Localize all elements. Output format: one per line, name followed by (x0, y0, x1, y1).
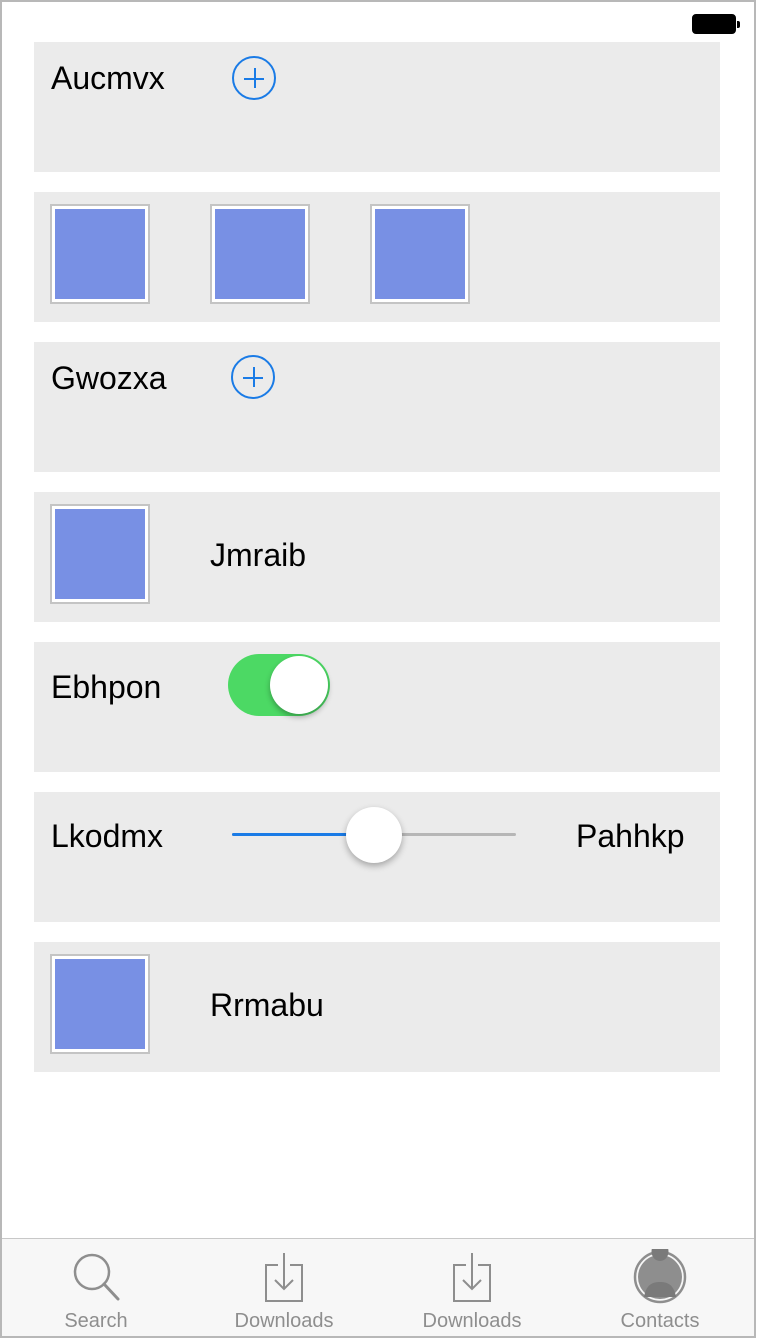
contact-icon (633, 1249, 687, 1304)
status-bar (2, 2, 754, 42)
image-placeholder (215, 209, 305, 299)
tab-downloads[interactable]: Downloads (190, 1239, 378, 1336)
tab-label: Downloads (234, 1310, 334, 1332)
tab-label: Contacts (620, 1310, 700, 1332)
thumbnail-image[interactable] (210, 204, 310, 304)
row-label: Aucmvx (51, 60, 165, 96)
row-label: Gwozxa (51, 360, 167, 396)
app-screen: Aucmvx Gwozxa Jmraib Ebhpon Lkodmx Pahhk… (0, 0, 756, 1338)
download-icon (453, 1253, 491, 1302)
row-aucmvx: Aucmvx (34, 42, 720, 172)
thumbnail-image[interactable] (50, 204, 150, 304)
thumbnail-image[interactable] (50, 504, 150, 604)
thumbnail-image[interactable] (370, 204, 470, 304)
download-icon (265, 1253, 303, 1302)
tab-downloads-2[interactable]: Downloads (378, 1239, 566, 1336)
row-label: Jmraib (210, 537, 307, 573)
plus-circle-icon[interactable] (231, 355, 275, 399)
row-thumbnails (34, 192, 720, 322)
plus-circle-icon[interactable] (232, 56, 276, 100)
row-label: Ebhpon (51, 669, 162, 705)
toggle-switch[interactable] (228, 654, 330, 716)
tab-label: Downloads (422, 1310, 522, 1332)
slider[interactable] (232, 805, 516, 865)
tab-bar: Search Downloads Downloads Contacts (2, 1238, 754, 1336)
slider-min-label: Lkodmx (51, 818, 164, 854)
image-placeholder (55, 509, 145, 599)
image-placeholder (55, 209, 145, 299)
search-icon (73, 1253, 120, 1301)
row-rrmabu: Rrmabu (34, 942, 720, 1072)
battery-icon (692, 14, 740, 34)
row-ebhpon: Ebhpon (34, 642, 720, 772)
row-jmraib: Jmraib (34, 492, 720, 622)
tab-search[interactable]: Search (2, 1239, 190, 1336)
row-gwozxa: Gwozxa (34, 342, 720, 472)
row-lkodmx: Lkodmx Pahhkp (34, 792, 720, 922)
row-label: Rrmabu (210, 987, 324, 1023)
toggle-knob (270, 656, 328, 714)
thumbnail-image[interactable] (50, 954, 150, 1054)
image-placeholder (375, 209, 465, 299)
image-placeholder (55, 959, 145, 1049)
slider-max-label: Pahhkp (576, 818, 685, 854)
slider-knob[interactable] (346, 807, 402, 863)
tab-label: Search (64, 1310, 128, 1332)
tab-contacts[interactable]: Contacts (566, 1239, 754, 1336)
